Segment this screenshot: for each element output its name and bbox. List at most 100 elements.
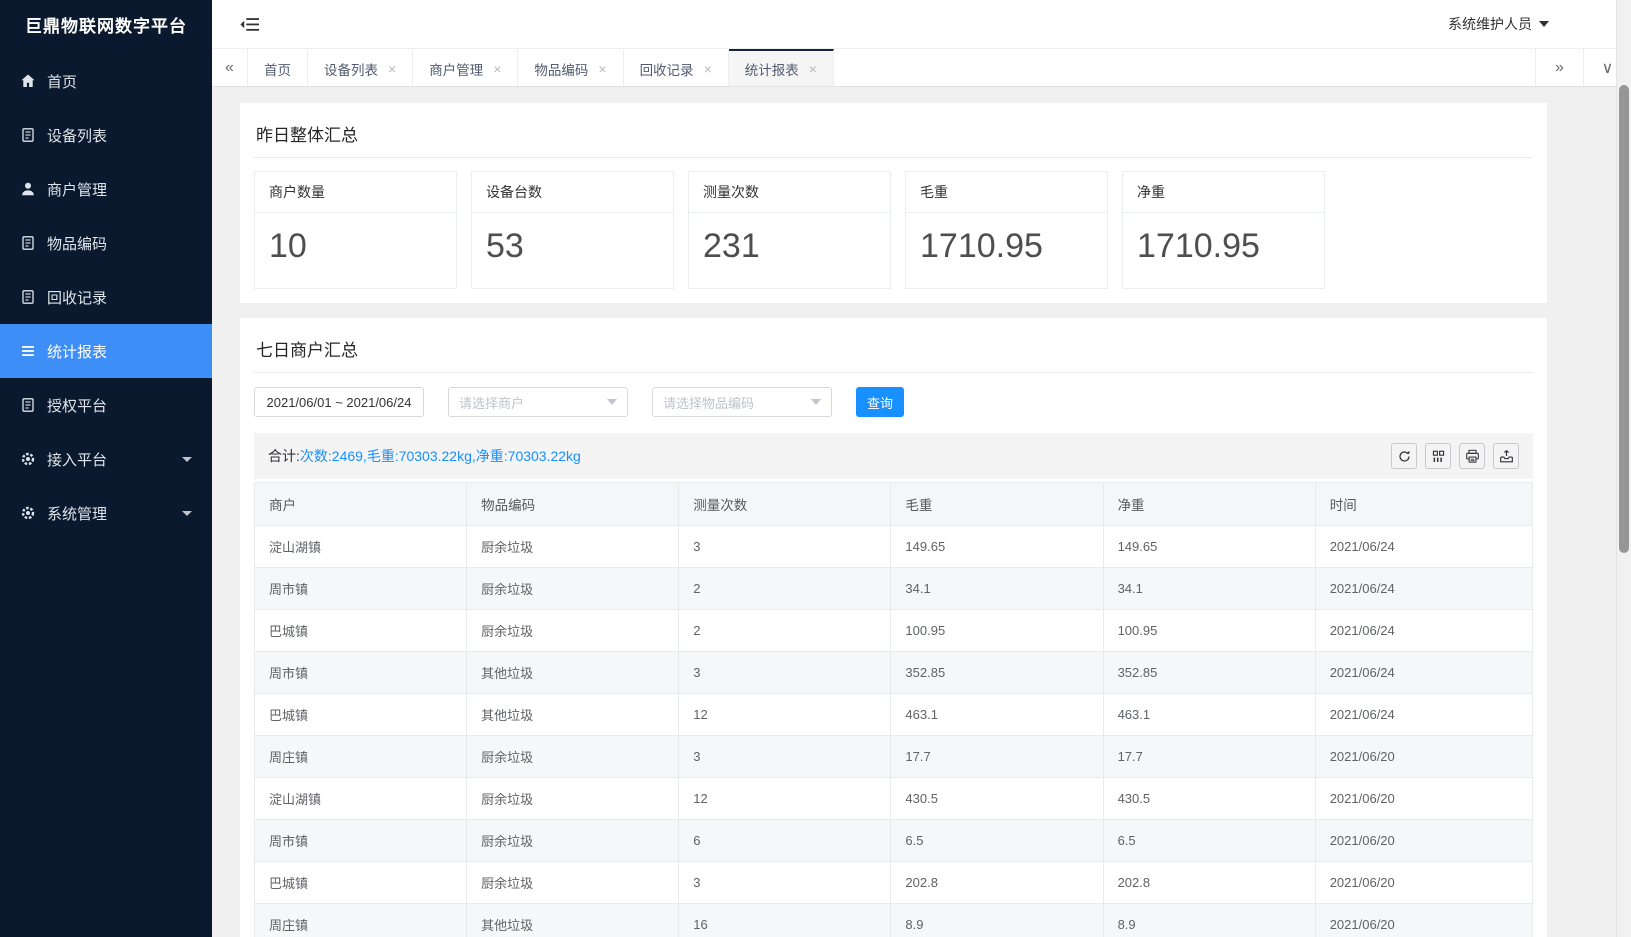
stat-card-value: 1710.95 (1123, 213, 1324, 280)
cell-item: 厨余垃圾 (467, 820, 679, 862)
document-icon (20, 127, 36, 143)
stat-card-value: 231 (689, 213, 890, 280)
tab-label: 物品编码 (534, 59, 588, 79)
column-settings-button[interactable] (1425, 443, 1451, 469)
cell-gross: 352.85 (891, 652, 1103, 694)
col-measure-count: 测量次数 (679, 483, 891, 526)
cell-date: 2021/06/24 (1315, 526, 1532, 568)
close-icon[interactable]: × (598, 62, 606, 76)
cell-merchant: 周市镇 (255, 568, 467, 610)
query-button[interactable]: 查询 (856, 387, 904, 417)
cell-date: 2021/06/24 (1315, 610, 1532, 652)
cell-count: 3 (679, 736, 891, 778)
tab-label: 统计报表 (745, 59, 799, 79)
sidebar-collapse-button[interactable] (240, 17, 259, 32)
sidebar-item-home[interactable]: 首页 (0, 54, 212, 108)
sidebar-item-access-platform[interactable]: 接入平台 (0, 432, 212, 486)
tab-merchant-management[interactable]: 商户管理 × (413, 49, 518, 86)
table-row: 淀山湖镇 厨余垃圾 12 430.5 430.5 2021/06/20 (255, 778, 1533, 820)
cell-date: 2021/06/24 (1315, 568, 1532, 610)
tab-label: 首页 (264, 59, 291, 79)
cell-gross: 17.7 (891, 736, 1103, 778)
sidebar-item-statistics-report[interactable]: 统计报表 (0, 324, 212, 378)
sidebar-item-item-code[interactable]: 物品编码 (0, 216, 212, 270)
stat-card-label: 测量次数 (689, 172, 890, 213)
refresh-button[interactable] (1391, 443, 1417, 469)
item-code-select[interactable]: 请选择物品编码 (652, 387, 832, 417)
cell-net: 34.1 (1103, 568, 1315, 610)
cell-item: 其他垃圾 (467, 904, 679, 937)
stat-card-label: 设备台数 (472, 172, 673, 213)
cell-merchant: 巴城镇 (255, 610, 467, 652)
weekly-summary-panel: 七日商户汇总 请选择商户 请选择物品编码 查询 合计:次数:246 (240, 318, 1547, 937)
user-menu[interactable]: 系统维护人员 (1448, 14, 1549, 34)
filter-bar: 请选择商户 请选择物品编码 查询 (254, 387, 1533, 417)
print-button[interactable] (1459, 443, 1485, 469)
sidebar-item-authorized-platform[interactable]: 授权平台 (0, 378, 212, 432)
cell-date: 2021/06/24 (1315, 694, 1532, 736)
table-row: 周市镇 厨余垃圾 2 34.1 34.1 2021/06/24 (255, 568, 1533, 610)
cell-count: 12 (679, 778, 891, 820)
close-icon[interactable]: × (388, 62, 396, 76)
cell-gross: 6.5 (891, 820, 1103, 862)
table-tools (1391, 443, 1519, 469)
close-icon[interactable]: × (704, 62, 712, 76)
cell-gross: 463.1 (891, 694, 1103, 736)
cell-item: 厨余垃圾 (467, 862, 679, 904)
stat-cards: 商户数量 10 设备台数 53 测量次数 231 毛重 1710.95 (254, 171, 1533, 289)
tab-bar: « 首页 设备列表 × 商户管理 × 物品编码 × 回收记录 (212, 48, 1631, 87)
cell-item: 厨余垃圾 (467, 736, 679, 778)
col-net-weight: 净重 (1103, 483, 1315, 526)
cell-date: 2021/06/20 (1315, 778, 1532, 820)
cell-count: 2 (679, 568, 891, 610)
export-button[interactable] (1493, 443, 1519, 469)
table-row: 淀山湖镇 厨余垃圾 3 149.65 149.65 2021/06/24 (255, 526, 1533, 568)
cell-net: 17.7 (1103, 736, 1315, 778)
export-icon (1499, 449, 1514, 464)
tab-label: 回收记录 (640, 59, 694, 79)
tabs-scroll-right-button[interactable]: » (1535, 49, 1583, 86)
chevron-down-icon (607, 399, 617, 405)
sidebar-item-label: 商户管理 (47, 179, 107, 200)
stat-card-value: 1710.95 (906, 213, 1107, 280)
sidebar-item-label: 回收记录 (47, 287, 107, 308)
totals-toolbar: 合计:次数:2469,毛重:70303.22kg,净重:70303.22kg (254, 433, 1533, 479)
table-row: 周市镇 其他垃圾 3 352.85 352.85 2021/06/24 (255, 652, 1533, 694)
tab-device-list[interactable]: 设备列表 × (308, 49, 413, 86)
sidebar-item-device-list[interactable]: 设备列表 (0, 108, 212, 162)
tab-recycle-records[interactable]: 回收记录 × (624, 49, 729, 86)
sidebar-item-recycle-records[interactable]: 回收记录 (0, 270, 212, 324)
tab-label: 设备列表 (324, 59, 378, 79)
gear-icon (20, 451, 36, 467)
merchant-select[interactable]: 请选择商户 (448, 387, 628, 417)
tab-statistics-report[interactable]: 统计报表 × (729, 49, 834, 86)
sidebar: 巨鼎物联网数字平台 首页 设备列表 商户管理 物品编码 回收记录 (0, 0, 212, 937)
column-settings-icon (1431, 449, 1446, 464)
user-menu-label: 系统维护人员 (1448, 14, 1532, 34)
sidebar-item-label: 统计报表 (47, 341, 107, 362)
cell-merchant: 淀山湖镇 (255, 778, 467, 820)
daily-summary-panel: 昨日整体汇总 商户数量 10 设备台数 53 测量次数 231 (240, 103, 1547, 303)
cell-net: 352.85 (1103, 652, 1315, 694)
chevron-down-icon (182, 457, 192, 462)
document-icon (20, 289, 36, 305)
sidebar-item-label: 接入平台 (47, 449, 107, 470)
app-title: 巨鼎物联网数字平台 (0, 0, 212, 48)
close-icon[interactable]: × (493, 62, 501, 76)
close-icon[interactable]: × (809, 62, 817, 76)
tab-home[interactable]: 首页 (248, 49, 308, 86)
date-range-input[interactable] (254, 387, 424, 417)
tabs-scroll-left-button[interactable]: « (212, 49, 248, 86)
stat-card-value: 53 (472, 213, 673, 280)
cell-merchant: 周市镇 (255, 652, 467, 694)
user-icon (20, 181, 36, 197)
sidebar-item-merchant-management[interactable]: 商户管理 (0, 162, 212, 216)
cell-net: 202.8 (1103, 862, 1315, 904)
scrollbar-thumb[interactable] (1619, 85, 1629, 553)
cell-date: 2021/06/20 (1315, 736, 1532, 778)
sidebar-item-system-management[interactable]: 系统管理 (0, 486, 212, 540)
page-content: 昨日整体汇总 商户数量 10 设备台数 53 测量次数 231 (212, 87, 1631, 937)
tab-item-code[interactable]: 物品编码 × (518, 49, 623, 86)
cell-net: 100.95 (1103, 610, 1315, 652)
stat-card-label: 毛重 (906, 172, 1107, 213)
